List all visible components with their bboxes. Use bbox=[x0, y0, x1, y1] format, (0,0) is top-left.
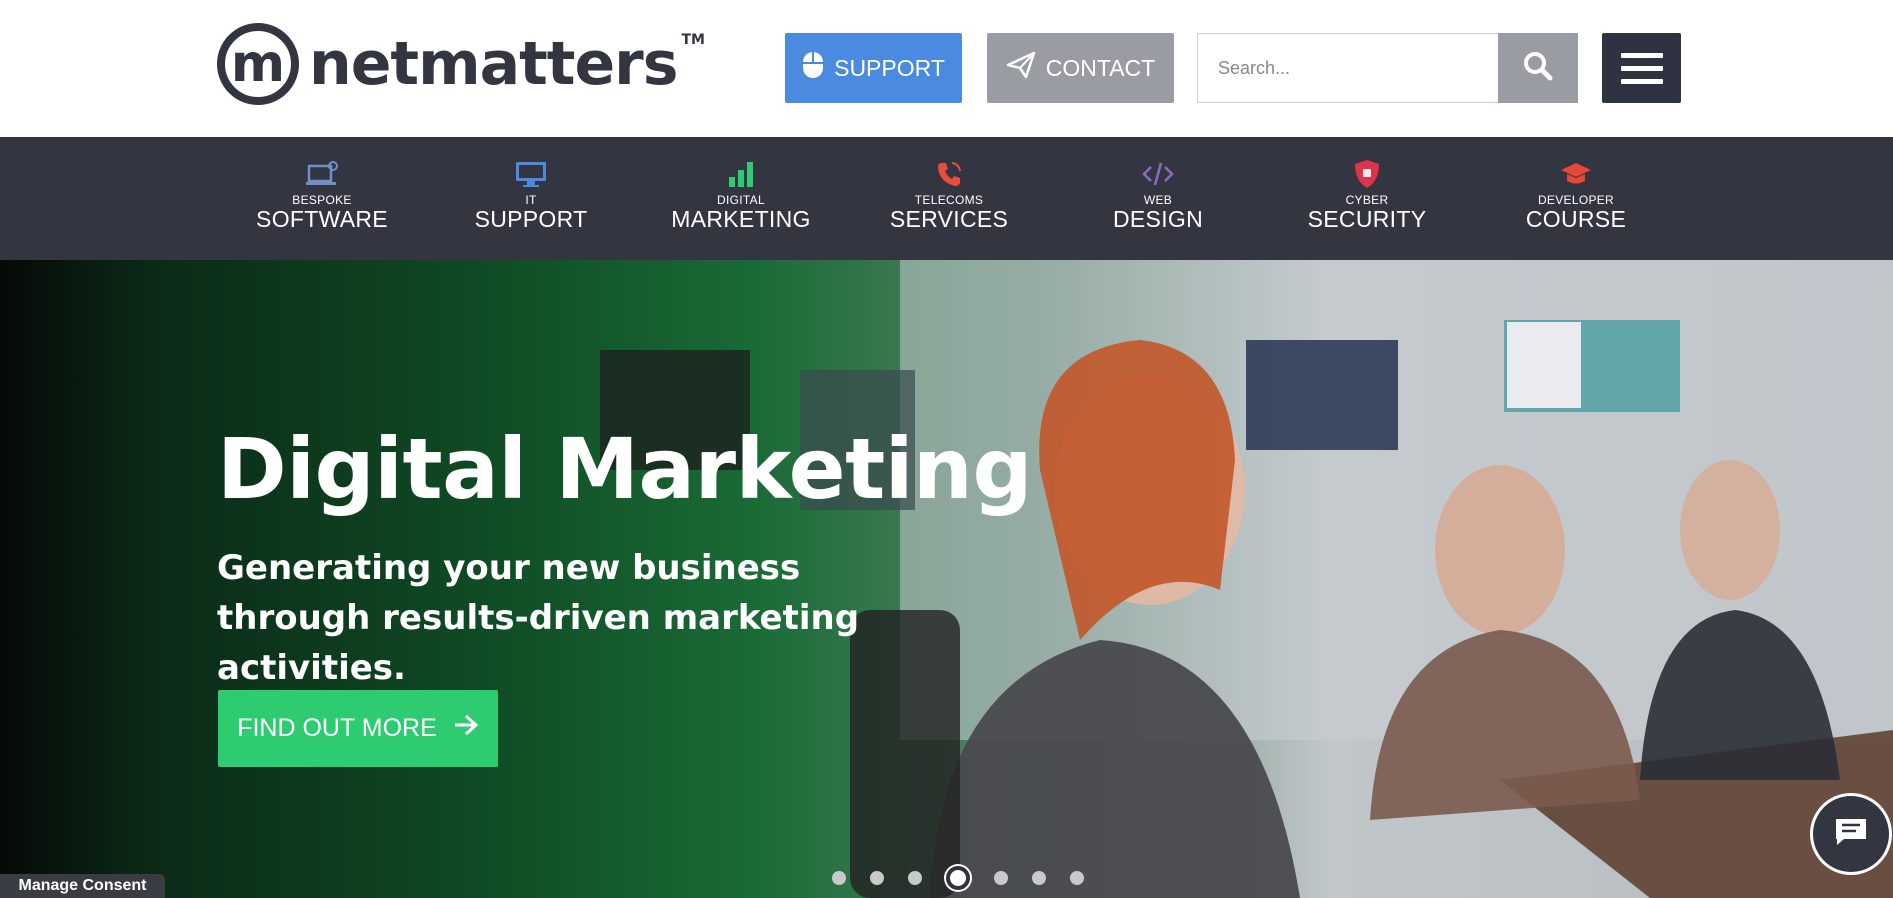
manage-consent-tab[interactable]: Manage Consent bbox=[0, 874, 165, 898]
paper-plane-icon bbox=[1006, 51, 1036, 85]
contact-label: CONTACT bbox=[1045, 54, 1156, 81]
search-button[interactable] bbox=[1498, 33, 1578, 103]
nav-item-telecoms-services[interactable]: TELECOMS SERVICES bbox=[864, 137, 1034, 260]
nav-item-small-label: BESPOKE bbox=[292, 193, 352, 207]
mouse-icon bbox=[802, 51, 824, 85]
slider-dots bbox=[820, 866, 1096, 890]
nav-item-small-label: WEB bbox=[1143, 193, 1173, 207]
slider-dot-active[interactable] bbox=[946, 866, 970, 890]
slider-dot[interactable] bbox=[1032, 871, 1046, 885]
graduation-cap-icon bbox=[1560, 159, 1592, 189]
find-out-more-label: FIND OUT MORE bbox=[237, 714, 437, 742]
search-input[interactable] bbox=[1197, 33, 1498, 103]
nav-item-digital-marketing[interactable]: DIGITAL MARKETING bbox=[656, 137, 826, 260]
hero-slider: Digital Marketing Generating your new bu… bbox=[0, 260, 1893, 898]
nav-item-cyber-security[interactable]: CYBER SECURITY bbox=[1282, 137, 1452, 260]
nav-item-label: MARKETING bbox=[671, 206, 811, 232]
slider-dot[interactable] bbox=[1070, 871, 1084, 885]
nav-item-bespoke-software[interactable]: BESPOKE SOFTWARE bbox=[237, 137, 407, 260]
nav-item-small-label: DIGITAL bbox=[717, 193, 765, 207]
nav-item-label: COURSE bbox=[1525, 206, 1627, 232]
netmatters-logo[interactable]: m netmatters TM bbox=[217, 22, 705, 106]
hamburger-line bbox=[1620, 78, 1663, 84]
nav-item-small-label: IT bbox=[525, 193, 537, 207]
support-label: SUPPORT bbox=[834, 54, 945, 81]
search-icon bbox=[1523, 51, 1553, 85]
search-bar bbox=[1197, 33, 1578, 103]
chat-button[interactable] bbox=[1813, 796, 1889, 872]
site-header: m netmatters TM SUPPORT CONTACT bbox=[0, 0, 1893, 137]
nav-item-label: SERVICES bbox=[889, 206, 1009, 232]
shield-icon bbox=[1354, 159, 1380, 189]
nav-item-small-label: DEVELOPER bbox=[1537, 193, 1615, 207]
nav-item-small-label: CYBER bbox=[1345, 193, 1389, 207]
code-icon bbox=[1142, 159, 1174, 189]
logo-trademark: TM bbox=[681, 32, 705, 48]
logo-text: netmatters bbox=[309, 29, 678, 99]
nav-item-it-support[interactable]: IT SUPPORT bbox=[446, 137, 616, 260]
slider-dot[interactable] bbox=[994, 871, 1008, 885]
slider-dot[interactable] bbox=[870, 871, 884, 885]
nav-item-web-design[interactable]: WEB DESIGN bbox=[1073, 137, 1243, 260]
find-out-more-button[interactable]: FIND OUT MORE bbox=[218, 690, 498, 767]
contact-button[interactable]: CONTACT bbox=[987, 33, 1174, 103]
nav-item-label: SECURITY bbox=[1307, 206, 1427, 232]
hamburger-menu-button[interactable] bbox=[1602, 33, 1681, 103]
arrow-right-icon bbox=[453, 714, 479, 743]
nav-item-label: SOFTWARE bbox=[256, 206, 388, 232]
nav-item-label: SUPPORT bbox=[474, 206, 588, 232]
nav-item-developer-course[interactable]: DEVELOPER COURSE bbox=[1491, 137, 1661, 260]
services-nav: BESPOKE SOFTWARE IT SUPPORT DIGITAL MARK… bbox=[0, 137, 1893, 260]
support-button[interactable]: SUPPORT bbox=[785, 33, 962, 103]
bar-chart-icon bbox=[728, 159, 754, 189]
hero-subtitle: Generating your new business through res… bbox=[217, 548, 860, 688]
slider-dot[interactable] bbox=[908, 871, 922, 885]
laptop-gear-icon bbox=[305, 159, 339, 189]
phone-icon bbox=[935, 159, 963, 189]
logo-mark: m bbox=[217, 23, 299, 105]
nav-item-label: DESIGN bbox=[1113, 206, 1203, 232]
hamburger-line bbox=[1620, 65, 1663, 71]
nav-item-small-label: TELECOMS bbox=[914, 193, 984, 207]
slider-dot[interactable] bbox=[832, 871, 846, 885]
hero-title: Digital Marketing bbox=[217, 420, 1032, 518]
chat-icon bbox=[1834, 817, 1868, 851]
monitor-icon bbox=[515, 159, 547, 189]
hamburger-menu-icon bbox=[1620, 52, 1663, 58]
